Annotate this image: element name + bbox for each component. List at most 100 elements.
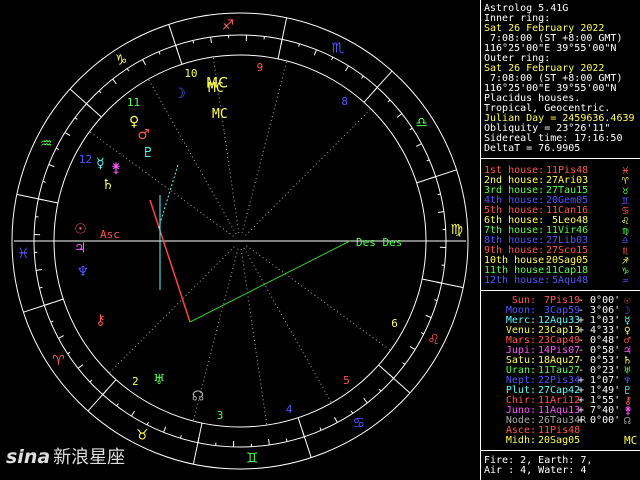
degree-tick <box>64 132 71 137</box>
degree-tick <box>112 78 117 85</box>
zodiac-sign-icon: ♍ <box>450 222 463 238</box>
element-count-line2: Air : 4, Water: 4 <box>484 465 587 476</box>
degree-tick <box>435 281 442 284</box>
house-cusp-line <box>246 245 391 351</box>
zodiac-sign-icon: ♏ <box>332 40 345 56</box>
degree-tick <box>126 68 130 72</box>
degree-tick <box>344 65 349 72</box>
degree-tick <box>429 176 436 180</box>
degree-tick <box>158 51 161 55</box>
zodiac-sign-icon: ♑ <box>115 52 128 68</box>
degree-tick <box>331 56 334 61</box>
descendant-label: Des Des <box>356 236 402 249</box>
degree-tick <box>301 430 305 437</box>
degree-tick <box>50 320 54 323</box>
degree-tick <box>192 40 195 44</box>
house-number: 9 <box>257 61 264 74</box>
degree-tick <box>48 164 55 168</box>
planet-marker-icon: ♄ <box>102 177 115 193</box>
planet-marker-icon: ♇ <box>142 145 155 161</box>
degree-tick <box>319 427 322 431</box>
zodiac-sign-icon: ♋ <box>353 416 366 432</box>
degree-tick <box>89 379 93 383</box>
zodiac-sign-icon: ♉ <box>136 428 149 444</box>
degree-tick <box>409 127 413 131</box>
zodiac-sign-icon: ♊ <box>246 451 259 467</box>
house-number: 6 <box>391 317 398 330</box>
degree-tick <box>55 147 60 150</box>
degree-tick <box>285 438 288 442</box>
degree-tick <box>44 302 51 306</box>
house-cusp-line <box>147 78 237 235</box>
degree-tick <box>426 159 430 162</box>
divider <box>480 450 640 451</box>
degree-tick <box>378 388 382 392</box>
aspect-line <box>189 240 351 323</box>
degree-tick <box>116 403 119 407</box>
degree-tick <box>420 332 425 335</box>
degree-tick <box>280 39 283 46</box>
degree-tick <box>197 436 200 443</box>
degree-tick <box>402 362 406 365</box>
degree-tick <box>98 90 102 94</box>
house-cusp-line <box>243 247 332 404</box>
degree-tick <box>372 87 378 93</box>
zodiac-sign-icon: ♐ <box>222 17 235 33</box>
house-number: 8 <box>341 95 348 108</box>
degree-tick <box>67 351 71 355</box>
degree-tick <box>36 269 43 271</box>
zodiac-sign-icon: ♎ <box>415 115 428 131</box>
degree-tick <box>179 435 182 439</box>
degree-tick <box>163 426 167 433</box>
divider <box>480 290 640 291</box>
astro-wheel: ♈ ♉ ♊ ♋ ♌ ♍ ♎ ♏ ♐ ♑ ♒ ♓ 2 3 4 5 6 8 9 10 11 12 Asc Des Des MC MC ☉… <box>11 12 469 470</box>
degree-tick <box>77 364 84 369</box>
degree-tick <box>131 410 136 417</box>
degree-tick <box>409 345 416 350</box>
degree-tick <box>396 113 403 118</box>
planet-glyph-icon: MC <box>624 434 638 447</box>
degree-tick <box>425 314 432 318</box>
degree-tick <box>387 99 391 103</box>
house-number: 12 <box>79 153 92 166</box>
house-number: 11 <box>127 96 140 109</box>
degree-tick <box>142 59 146 65</box>
midheaven-label: MC <box>212 107 228 122</box>
planet-glyph-icon: ☊ <box>624 414 631 427</box>
delta-t: DeltaT = 76.9905 <box>484 143 581 154</box>
planet-marker-icon: ☊ <box>192 388 204 404</box>
watermark-text: 新浪星座 <box>53 447 126 468</box>
degree-tick <box>388 373 394 379</box>
degree-tick <box>334 417 338 423</box>
divider <box>480 158 640 159</box>
planet-marker-icon: ♅ <box>153 372 166 388</box>
degree-tick <box>350 410 354 414</box>
degree-tick <box>210 37 212 44</box>
zodiac-sign-icon: ♒ <box>40 136 53 152</box>
house-number: 4 <box>286 403 293 416</box>
degree-tick <box>42 180 46 183</box>
planet-marker-icon: ☉ <box>74 221 87 237</box>
degree-tick <box>58 335 64 339</box>
planet-marker-icon: ♃ <box>74 240 87 256</box>
degree-tick <box>268 438 270 445</box>
degree-tick <box>39 286 43 289</box>
zodiac-sign-icon: ♓ <box>17 246 30 262</box>
degree-tick <box>363 397 368 404</box>
planet-name: Midh: <box>505 435 536 446</box>
degree-tick <box>298 43 301 47</box>
watermark-brand: sina <box>6 446 51 468</box>
degree-tick <box>313 49 317 56</box>
zodiac-sign-icon: ♈ <box>52 353 65 369</box>
house-number: 3 <box>217 409 224 422</box>
house-cusp-line <box>240 248 268 426</box>
aspect-line <box>149 199 191 323</box>
planet-marker-icon: ☿ <box>96 156 105 172</box>
planet-marker-icon: ♆ <box>77 264 90 280</box>
house-cusp-line <box>241 60 288 234</box>
house-number: 5 <box>343 374 350 387</box>
degree-tick <box>434 299 438 302</box>
house-number: 10 <box>184 67 197 80</box>
planet-marker-icon: ⚵ <box>111 161 121 177</box>
zodiac-sign-icon: ♌ <box>427 332 440 348</box>
